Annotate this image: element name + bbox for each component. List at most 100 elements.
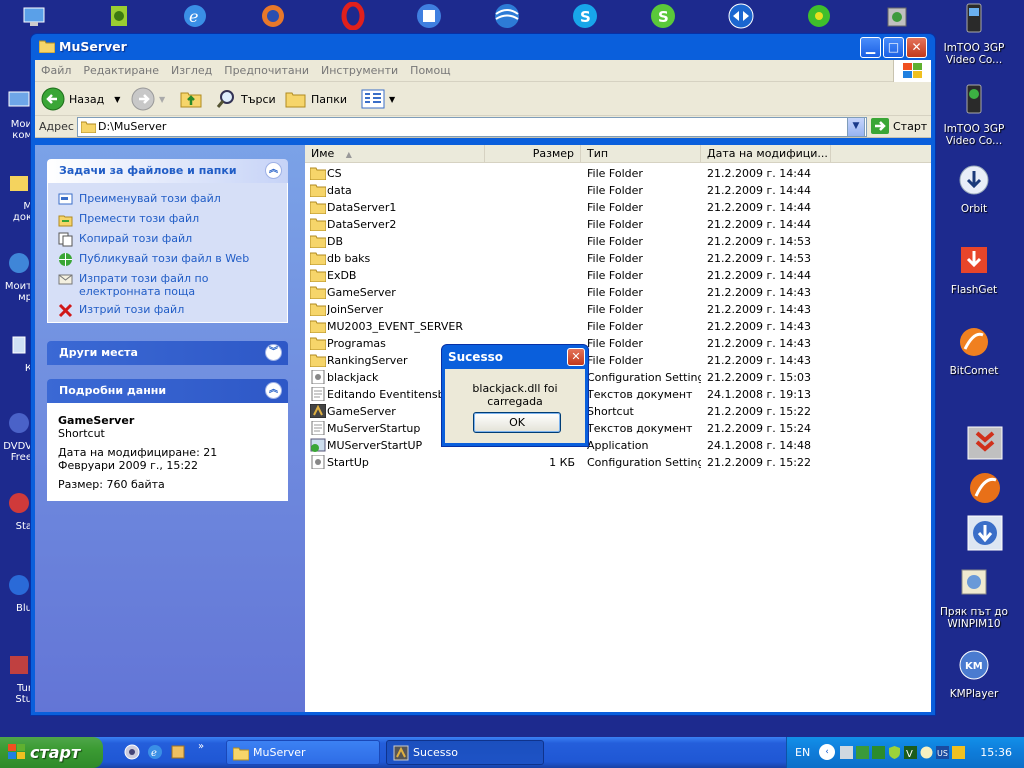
up-folder-button[interactable]	[179, 86, 203, 112]
quicklaunch-ie-icon[interactable]: e	[147, 744, 163, 760]
tray-app-icon[interactable]	[871, 745, 886, 760]
file-row[interactable]: db baks File Folder 21.2.2009 г. 14:53	[305, 250, 931, 267]
go-button[interactable]: Старт	[871, 118, 927, 134]
language-indicator[interactable]: EN	[795, 746, 810, 759]
file-tasks-header[interactable]: Задачи за файлове и папки ︽	[47, 159, 288, 183]
address-dropdown-button[interactable]: ▼	[847, 117, 865, 137]
address-input[interactable]: D:\MuServer	[77, 117, 867, 137]
file-row[interactable]: DataServer1 File Folder 21.2.2009 г. 14:44	[305, 199, 931, 216]
expand-icon[interactable]: ︾	[265, 344, 282, 361]
file-row[interactable]: MU2003_EVENT_SERVER File Folder 21.2.2009 …	[305, 318, 931, 335]
collapse-icon[interactable]: ︽	[265, 382, 282, 399]
file-row[interactable]: DB File Folder 21.2.2009 г. 14:53	[305, 233, 931, 250]
desktop-left-partial-icon[interactable]: К	[0, 332, 32, 374]
task-publish-web[interactable]: Публикувай този файл в Web	[58, 252, 277, 267]
desktop-icon-bitcomet[interactable]: BitComet	[933, 325, 1015, 377]
file-row[interactable]: RankingServer File Folder 21.2.2009 г. 14:…	[305, 352, 931, 369]
file-row[interactable]: JoinServer File Folder 21.2.2009 г. 14:43	[305, 301, 931, 318]
desktop-left-partial-icon[interactable]: М док	[0, 170, 32, 223]
utility-icon[interactable]	[882, 2, 912, 30]
desktop-icon-winpim[interactable]: Пряк път до WINPIM10	[933, 566, 1015, 630]
maximize-button[interactable]: □	[883, 37, 904, 58]
file-row[interactable]: GameServer File Folder 21.2.2009 г. 14:43	[305, 284, 931, 301]
quicklaunch-tool-icon[interactable]	[170, 744, 186, 760]
tray-app-icon[interactable]: US	[935, 745, 950, 760]
desktop-icon-imtoo-1[interactable]: ImTOO 3GP Video Co...	[933, 2, 1015, 66]
network-icon[interactable]	[20, 2, 50, 30]
desktop-icon-orbit[interactable]: Orbit	[933, 163, 1015, 215]
desktop-left-partial-icon[interactable]: Blu	[0, 572, 32, 614]
chevron-down-icon[interactable]: ▼	[159, 95, 165, 104]
tray-expand-icon[interactable]: ‹	[819, 744, 835, 760]
quicklaunch-app-icon[interactable]	[124, 744, 140, 760]
globe-icon[interactable]	[492, 2, 522, 30]
menu-tools[interactable]: Инструменти	[315, 60, 404, 77]
app-icon[interactable]	[414, 2, 444, 30]
task-email[interactable]: Изпрати този файл по електронната поща	[58, 272, 277, 298]
teamviewer-icon[interactable]	[726, 2, 756, 30]
desktop-icon-kmplayer[interactable]: KM KMPlayer	[933, 648, 1015, 700]
tray-shield-icon[interactable]	[887, 745, 902, 760]
skype-green-icon[interactable]: S	[648, 2, 678, 30]
search-button[interactable]: Търси	[215, 86, 276, 112]
collapse-icon[interactable]: ︽	[265, 162, 282, 179]
desktop-left-partial-icon[interactable]: Моит мр	[0, 250, 32, 303]
file-row[interactable]: data File Folder 21.2.2009 г. 14:44	[305, 182, 931, 199]
taskbar-button-muserver[interactable]: MuServer	[226, 740, 380, 765]
file-row[interactable]: CS File Folder 21.2.2009 г. 14:44	[305, 165, 931, 182]
chevron-down-icon[interactable]: ▼	[389, 95, 395, 104]
menu-file[interactable]: Файл	[35, 60, 77, 77]
menu-edit[interactable]: Редактиране	[77, 60, 165, 77]
menu-help[interactable]: Помощ	[404, 60, 456, 77]
file-row[interactable]: MuServerStartup Текстов документ 21.2.2009…	[305, 420, 931, 437]
file-row[interactable]: ExDB File Folder 21.2.2009 г. 14:44	[305, 267, 931, 284]
task-move[interactable]: Премести този файл	[58, 212, 277, 227]
file-row[interactable]: StartUp 1 КБ Configuration Settings 21.2.20…	[305, 454, 931, 471]
tray-app-icon[interactable]	[839, 745, 854, 760]
desktop-left-partial-icon[interactable]: Tur Stu	[0, 652, 32, 705]
desktop-icon-flashget[interactable]: FlashGet	[933, 244, 1015, 296]
file-row[interactable]: GameServer Shortcut 21.2.2009 г. 15:22	[305, 403, 931, 420]
quicklaunch-more-icon[interactable]: »	[198, 741, 204, 752]
column-type[interactable]: Тип	[581, 145, 701, 163]
tray-app-icon[interactable]	[951, 745, 966, 760]
tray-app-icon[interactable]	[919, 745, 934, 760]
file-row[interactable]: Programas File Folder 21.2.2009 г. 14:43	[305, 335, 931, 352]
firefox-icon[interactable]	[258, 2, 288, 30]
task-delete[interactable]: Изтрий този файл	[58, 303, 277, 318]
download-shortcut-icon[interactable]	[966, 514, 1004, 552]
flashget-shortcut-icon[interactable]	[966, 425, 1004, 461]
forward-button[interactable]: ▼	[131, 86, 165, 112]
menu-view[interactable]: Изглед	[165, 60, 218, 77]
menu-favorites[interactable]: Предпочитани	[218, 60, 315, 77]
dialog-close-button[interactable]: ✕	[567, 348, 585, 366]
other-places-header[interactable]: Други места ︾	[47, 341, 288, 365]
views-button[interactable]: ▼	[361, 86, 395, 112]
details-header[interactable]: Подробни данни ︽	[47, 379, 288, 403]
icq-icon[interactable]	[804, 2, 834, 30]
clock[interactable]: 15:36	[980, 746, 1012, 759]
opera-icon[interactable]	[338, 2, 368, 30]
installer-icon[interactable]	[103, 2, 133, 30]
minimize-button[interactable]: ▁	[860, 37, 881, 58]
desktop-icon-imtoo-2[interactable]: ImTOO 3GP Video Co...	[933, 83, 1015, 147]
column-size[interactable]: Размер	[485, 145, 581, 163]
file-row[interactable]: blackjack Configuration Settings 21.2.2009…	[305, 369, 931, 386]
bitcomet-shortcut-icon[interactable]	[966, 470, 1004, 506]
back-button[interactable]: Назад ▼	[41, 86, 120, 112]
file-row[interactable]: DataServer2 File Folder 21.2.2009 г. 14:44	[305, 216, 931, 233]
task-rename[interactable]: Преименувай този файл	[58, 192, 277, 207]
column-name[interactable]: Име ▲	[305, 145, 485, 163]
tray-app-icon[interactable]	[855, 745, 870, 760]
chevron-down-icon[interactable]: ▼	[114, 95, 120, 104]
internet-explorer-icon[interactable]: e	[180, 2, 210, 30]
folders-button[interactable]: Папки	[285, 86, 347, 112]
desktop-left-partial-icon[interactable]: DVDV Free	[0, 410, 32, 463]
skype-icon[interactable]: S	[570, 2, 600, 30]
desktop-left-partial-icon[interactable]: Sta	[0, 490, 32, 532]
file-row[interactable]: Editando Eventitensbag Текстов документ 24…	[305, 386, 931, 403]
file-row[interactable]: MUServerStartUP Application 24.1.2008 г. 1…	[305, 437, 931, 454]
start-button[interactable]: старт	[0, 737, 103, 768]
tray-app-icon[interactable]: V	[903, 745, 918, 760]
task-copy[interactable]: Копирай този файл	[58, 232, 277, 247]
